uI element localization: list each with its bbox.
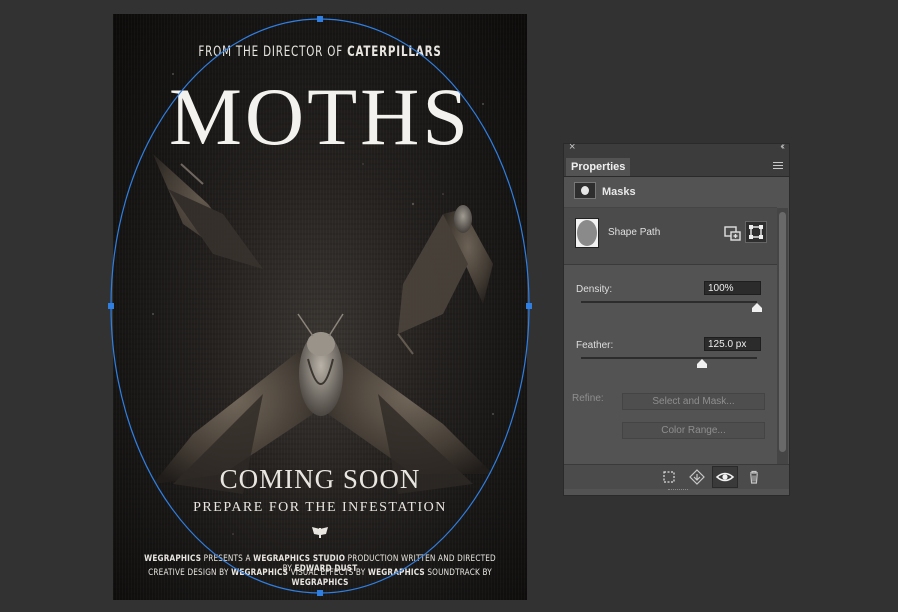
select-and-mask-button[interactable]: Select and Mask... [622, 393, 765, 410]
poster-canvas[interactable]: FROM THE DIRECTOR OF CATERPILLARS MOTHS … [113, 14, 527, 600]
density-input[interactable]: 100% [704, 281, 761, 295]
credit-segment: WEGRAPHICS [231, 568, 289, 578]
credit-segment: WEGRAPHICS [144, 554, 202, 564]
load-selection-button[interactable] [656, 466, 682, 488]
credit-segment: SOUNDTRACK BY [424, 568, 492, 578]
color-range-button[interactable]: Color Range... [622, 422, 765, 439]
credit-segment: WEGRAPHICS STUDIO [253, 554, 346, 564]
credit-segment: VISUAL EFFECTS BY [288, 568, 368, 578]
credits-line-2: CREATIVE DESIGN BY WEGRAPHICS VISUAL EFF… [142, 568, 498, 588]
add-vector-mask-icon[interactable] [724, 224, 742, 242]
credit-segment: CREATIVE DESIGN BY [148, 568, 232, 578]
poster-subtitle: PREPARE FOR THE INFESTATION [193, 500, 447, 515]
eye-icon [715, 472, 735, 482]
shape-path-row: Shape Path [564, 208, 777, 265]
masks-section-header: Masks [564, 177, 777, 208]
properties-panel: × ‹‹ Properties Masks Shape Path Density… [563, 141, 790, 496]
refine-label: Refine: [572, 393, 604, 404]
trash-icon [750, 470, 758, 484]
apply-mask-button[interactable] [684, 466, 710, 488]
panel-tabbar: Properties [564, 156, 789, 177]
poster-title: MOTHS [168, 71, 472, 162]
shape-path-label: Shape Path [608, 227, 661, 238]
poster-coming-soon: COMING SOON [219, 464, 421, 494]
density-label: Density: [576, 284, 613, 295]
panel-resize-grip[interactable] [668, 489, 688, 493]
panel-scrollbar-thumb[interactable] [779, 212, 786, 452]
panel-scrollbar[interactable] [777, 208, 788, 464]
toggle-mask-visibility-button[interactable] [712, 466, 738, 488]
panel-titlebar[interactable]: × ‹‹ [564, 141, 789, 156]
shape-path-thumbnail[interactable] [575, 218, 599, 248]
density-slider[interactable] [581, 301, 757, 303]
tagline-prefix: FROM THE DIRECTOR OF [198, 44, 348, 60]
vector-mask-icon [749, 225, 763, 239]
credit-segment: PRESENTS A [201, 554, 254, 564]
masks-label: Masks [602, 186, 636, 198]
apply-mask-icon [689, 469, 705, 485]
panel-bottom-toolbar [564, 464, 789, 489]
close-icon[interactable]: × [569, 141, 575, 153]
vector-mask-button[interactable] [745, 221, 767, 243]
feather-slider[interactable] [581, 357, 757, 359]
delete-mask-button[interactable] [741, 466, 767, 488]
layer-mask-icon [574, 182, 596, 199]
panel-menu-icon[interactable] [773, 162, 783, 171]
tagline-film-name: CATERPILLARS [347, 44, 442, 60]
feather-label: Feather: [576, 340, 614, 351]
tab-properties[interactable]: Properties [566, 158, 630, 176]
moth-emblem-icon [312, 527, 328, 538]
credit-segment: WEGRAPHICS [367, 568, 425, 578]
feather-input[interactable]: 125.0 px [704, 337, 761, 351]
poster-tagline: FROM THE DIRECTOR OF CATERPILLARS [150, 44, 489, 60]
selection-marquee-icon [663, 471, 675, 483]
credit-segment: WEGRAPHICS [291, 578, 349, 588]
collapse-icon[interactable]: ‹‹ [780, 141, 784, 152]
